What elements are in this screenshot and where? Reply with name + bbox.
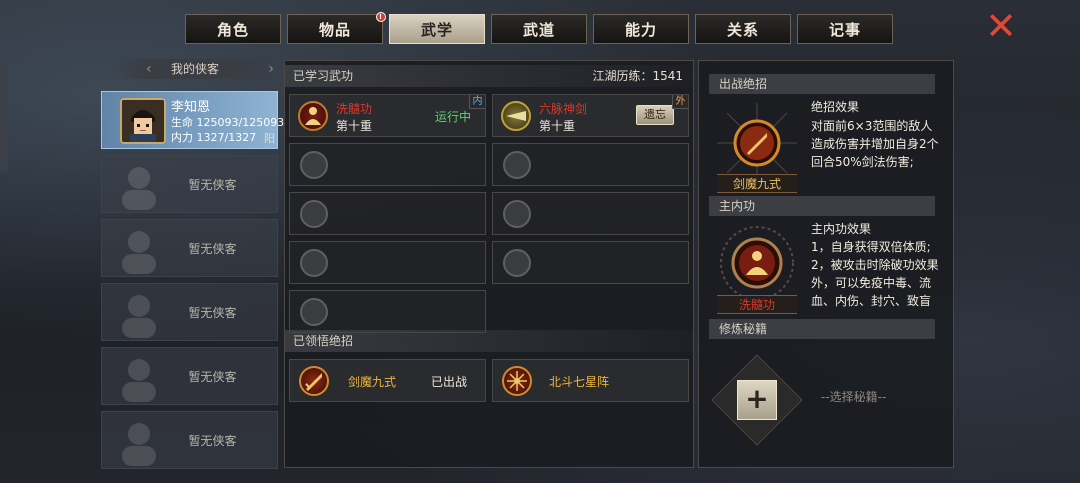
main-internal-heading: 主内功	[709, 196, 935, 216]
martial-arts-panel: 已学习武功 江湖历练：1541 洗髓功 第十重 运行中 内 六脉神剑 第十重 遗…	[284, 60, 694, 468]
tab-label: 关系	[726, 20, 759, 39]
companion-hp: 生命 125093/125093	[171, 116, 285, 129]
battle-ultimate-name: 剑魔九式	[717, 174, 797, 193]
notification-badge: !	[376, 12, 386, 22]
tab-items[interactable]: 物品!	[287, 12, 386, 44]
empty-socket-icon	[503, 200, 531, 228]
skill-slot-empty[interactable]	[492, 192, 689, 235]
ultimate-slot[interactable]: 北斗七星阵	[492, 359, 689, 402]
tab-label: 能力	[624, 20, 657, 39]
empty-slot-label: 暂无侠客	[188, 305, 237, 320]
skill-name: 六脉神剑	[539, 102, 588, 116]
internal-tag: 内	[469, 95, 485, 109]
battle-ultimate-emblem[interactable]	[717, 103, 797, 183]
skill-slot-external[interactable]: 六脉神剑 第十重 遗忘 外	[492, 94, 689, 137]
skill-slot-empty[interactable]	[289, 192, 486, 235]
empty-socket-icon	[503, 151, 531, 179]
companion-mp: 内力 1327/1327	[171, 131, 257, 144]
skill-level: 第十重	[336, 119, 373, 133]
avatar	[120, 98, 166, 144]
skill-slot-empty[interactable]	[289, 290, 486, 333]
silhouette-icon	[122, 295, 156, 338]
ultimates-heading: 已领悟绝招	[293, 334, 354, 348]
sword-emblem-icon	[299, 366, 329, 396]
empty-socket-icon	[503, 249, 531, 277]
chevron-left-icon[interactable]: ‹	[146, 59, 152, 79]
empty-slot-label: 暂无侠客	[188, 433, 237, 448]
tab-label: 角色	[216, 20, 249, 39]
companion-name: 李知恩	[171, 100, 211, 115]
edge-handle[interactable]	[0, 62, 8, 172]
silhouette-icon	[122, 167, 156, 210]
star-formation-icon	[502, 366, 532, 396]
learned-section-header: 已学习武功 江湖历练：1541	[285, 65, 693, 87]
companion-slot-empty[interactable]: 暂无侠客	[101, 155, 278, 213]
add-manual-button[interactable]: +	[737, 380, 777, 420]
ultimate-name: 北斗七星阵	[549, 375, 610, 389]
companion-slot-empty[interactable]: 暂无侠客	[101, 283, 278, 341]
skill-slot-internal[interactable]: 洗髓功 第十重 运行中 内	[289, 94, 486, 137]
silhouette-icon	[122, 423, 156, 466]
empty-slot-label: 暂无侠客	[188, 369, 237, 384]
ultimate-name: 剑魔九式	[348, 375, 397, 389]
main-effect-title: 主内功效果	[811, 222, 872, 236]
tab-martial-way[interactable]: 武道	[491, 14, 587, 44]
main-internal-name: 洗髓功	[717, 295, 797, 314]
battle-effect-title: 绝招效果	[811, 100, 860, 114]
empty-slot-label: 暂无侠客	[188, 177, 237, 192]
meditation-icon	[298, 101, 328, 131]
main-internal-emblem[interactable]	[717, 223, 797, 303]
empty-socket-icon	[300, 151, 328, 179]
skill-slot-empty[interactable]	[289, 143, 486, 186]
choose-manual-label[interactable]: --选择秘籍--	[821, 388, 886, 405]
ultimates-section-header: 已领悟绝招	[285, 330, 693, 352]
silhouette-icon	[122, 231, 156, 274]
companion-list-title: ‹ 我的侠客 ›	[112, 59, 278, 79]
tab-character[interactable]: 角色	[185, 14, 281, 44]
skill-level: 第十重	[539, 119, 576, 133]
companion-slot-empty[interactable]: 暂无侠客	[101, 219, 278, 277]
ultimate-status: 已出战	[430, 375, 467, 389]
chevron-right-icon[interactable]: ›	[268, 59, 274, 79]
tab-journal[interactable]: 记事	[797, 14, 893, 44]
skill-slot-empty[interactable]	[492, 143, 689, 186]
battle-effect-text: 对面前6×3范围的敌人造成伤害并增加自身2个回合50%剑法伤害;	[811, 119, 939, 169]
main-effect-text: 1，自身获得双倍体质; 2，被攻击时除破功效果外，可以免疫中毒、流血、内伤、封穴…	[811, 240, 939, 308]
skill-name: 洗髓功	[336, 102, 373, 116]
companion-slot-active[interactable]: 李知恩 生命 125093/125093 内力 1327/1327 阳	[101, 91, 284, 149]
skill-running-status: 运行中	[434, 110, 471, 124]
tab-bar: 角色 物品! 武学 武道 能力 关系 记事	[185, 12, 893, 44]
tab-label: 物品	[318, 20, 351, 39]
empty-socket-icon	[300, 200, 328, 228]
training-manual-heading: 修炼秘籍	[709, 319, 935, 339]
ultimate-slot[interactable]: 剑魔九式 已出战	[289, 359, 486, 402]
experience-counter: 江湖历练：1541	[592, 69, 683, 83]
companion-slot-empty[interactable]: 暂无侠客	[101, 347, 278, 405]
tab-abilities[interactable]: 能力	[593, 14, 689, 44]
empty-slot-label: 暂无侠客	[188, 241, 237, 256]
tab-label: 武学	[420, 20, 453, 39]
external-tag: 外	[672, 95, 688, 109]
forget-button[interactable]: 遗忘	[636, 105, 674, 125]
silhouette-icon	[122, 359, 156, 402]
companion-slot-empty[interactable]: 暂无侠客	[101, 411, 278, 469]
learned-heading: 已学习武功	[293, 69, 354, 83]
empty-socket-icon	[300, 298, 328, 326]
tab-martial-arts[interactable]: 武学	[389, 14, 485, 44]
companion-list-title-text: 我的侠客	[170, 62, 219, 76]
sword-qi-icon	[501, 101, 531, 131]
tab-label: 记事	[828, 20, 861, 39]
battle-ultimate-heading: 出战绝招	[709, 74, 935, 94]
tab-label: 武道	[522, 20, 555, 39]
tab-relations[interactable]: 关系	[695, 14, 791, 44]
companion-affinity: 阳	[264, 132, 275, 145]
details-panel: 出战绝招 剑魔九式 绝招效果 对面前6×3范围的敌人造成伤害并增加自身2个回合5…	[698, 60, 954, 468]
skill-slot-empty[interactable]	[492, 241, 689, 284]
skill-slot-empty[interactable]	[289, 241, 486, 284]
close-icon[interactable]: ✕	[982, 7, 1020, 45]
empty-socket-icon	[300, 249, 328, 277]
